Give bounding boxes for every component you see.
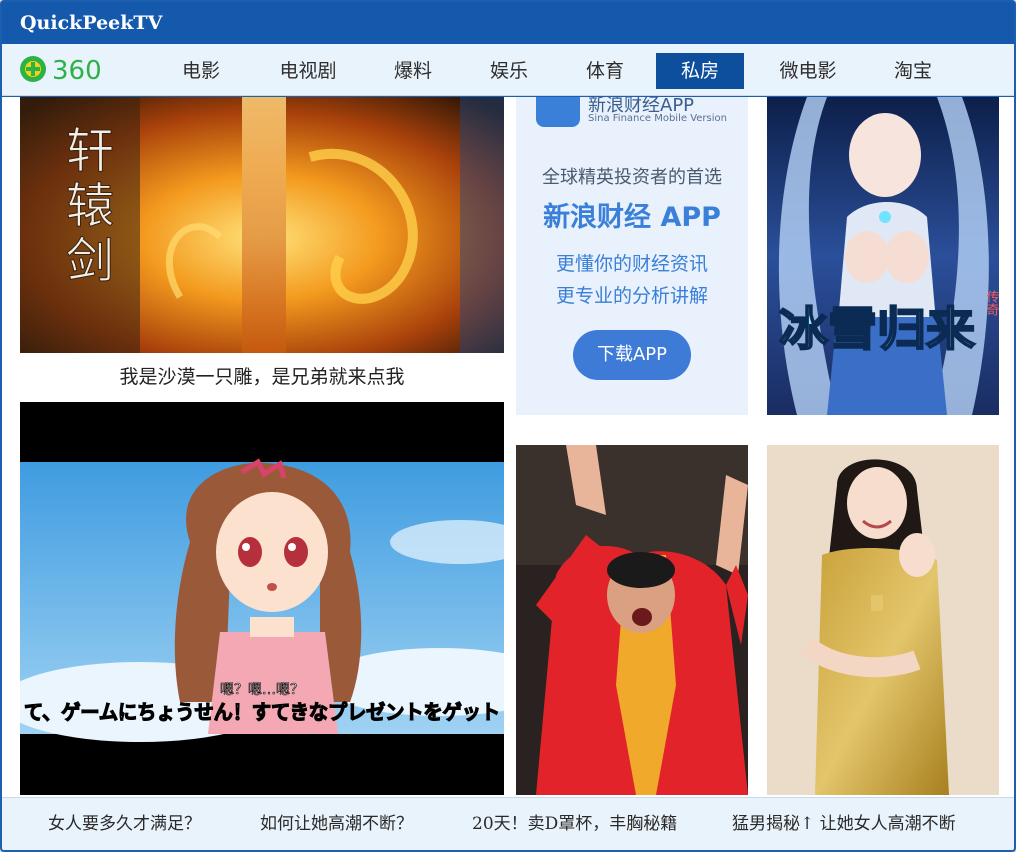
- sina-download-button[interactable]: 下载APP: [573, 330, 691, 380]
- nav-item-micro-film[interactable]: 微电影: [762, 53, 854, 89]
- content-area: 轩 辕 剑 我是沙漠一只雕，是兄弟就来点我 嗯？嗯…嗯？ て、ゲームにちょうせん…: [2, 97, 1014, 797]
- sina-finance-ad[interactable]: 新浪财经APP Sina Finance Mobile Version 全球精英…: [516, 97, 748, 415]
- anime-speech-text: 嗯？嗯…嗯？: [220, 682, 304, 698]
- sina-line-2: 更专业的分析讲解: [555, 285, 708, 307]
- athlete-photo-image: [516, 445, 748, 795]
- nav-item-entertainment[interactable]: 娱乐: [470, 53, 548, 89]
- logo-text: 360: [52, 56, 102, 85]
- fantasy-poster-image: 冰雪归来 传奇: [767, 97, 999, 415]
- logo-360-icon: 360: [20, 56, 102, 86]
- footer-link-4[interactable]: 猛男揭秘↑ 让她女人高潮不断: [732, 798, 956, 850]
- anime-video-frame: 嗯？嗯…嗯？ て、ゲームにちょうせん！すてきなプレゼントをゲット: [20, 458, 504, 742]
- game-banner-image: 轩 辕 剑: [20, 97, 504, 353]
- window-title: QuickPeekTV: [20, 12, 163, 34]
- model-photo-tile[interactable]: [767, 445, 999, 795]
- sina-app-sub: Sina Finance Mobile Version: [588, 113, 727, 124]
- fantasy-poster-corner: 传奇: [984, 290, 1000, 316]
- nav-item-taobao[interactable]: 淘宝: [874, 53, 952, 89]
- athlete-photo-tile[interactable]: [516, 445, 748, 795]
- footer-link-2[interactable]: 如何让她高潮不断？: [260, 798, 413, 850]
- footer-link-3[interactable]: 20天！卖D罩杯，丰胸秘籍: [472, 798, 677, 850]
- game-calligraphy-char-2: 辕: [66, 178, 114, 234]
- fantasy-poster-tile[interactable]: 冰雪归来 传奇: [767, 97, 999, 415]
- nav-item-private[interactable]: 私房: [656, 53, 744, 89]
- nav-bar: 360 电影 电视剧 爆料 娱乐 体育 私房 微电影 淘宝: [2, 44, 1014, 96]
- sina-tagline: 全球精英投资者的首选: [542, 167, 722, 188]
- anime-subtitle-text: て、ゲームにちょうせん！すてきなプレゼントをゲット: [24, 700, 500, 724]
- nav-item-sports[interactable]: 体育: [566, 53, 644, 89]
- app-window: QuickPeekTV 360 电影 电视剧 爆料 娱乐 体育 私房 微电影 淘…: [0, 0, 1016, 852]
- fantasy-poster-title: 冰雪归来: [779, 302, 975, 356]
- anime-video-tile[interactable]: 嗯？嗯…嗯？ て、ゲームにちょうせん！すてきなプレゼントをゲット: [20, 402, 504, 795]
- game-banner-tile[interactable]: 轩 辕 剑: [20, 97, 504, 353]
- sina-line-1: 更懂你的财经资讯: [555, 253, 708, 275]
- game-calligraphy-char-1: 轩: [66, 123, 114, 179]
- sina-headline: 新浪财经 APP: [543, 202, 721, 233]
- nav-item-gossip[interactable]: 爆料: [374, 53, 452, 89]
- model-photo-image: [767, 445, 999, 795]
- footer-bar: 女人要多久才满足？ 如何让她高潮不断？ 20天！卖D罩杯，丰胸秘籍 猛男揭秘↑ …: [2, 797, 1014, 850]
- logo-360[interactable]: 360: [18, 53, 130, 86]
- nav-item-movies[interactable]: 电影: [162, 53, 240, 89]
- game-calligraphy-char-3: 剑: [66, 233, 114, 289]
- nav-item-tv-series[interactable]: 电视剧: [264, 53, 352, 89]
- game-banner-caption[interactable]: 我是沙漠一只雕，是兄弟就来点我: [20, 355, 504, 399]
- title-bar: QuickPeekTV: [2, 2, 1014, 44]
- sina-app-icon: [536, 97, 580, 127]
- footer-link-1[interactable]: 女人要多久才满足？: [48, 798, 201, 850]
